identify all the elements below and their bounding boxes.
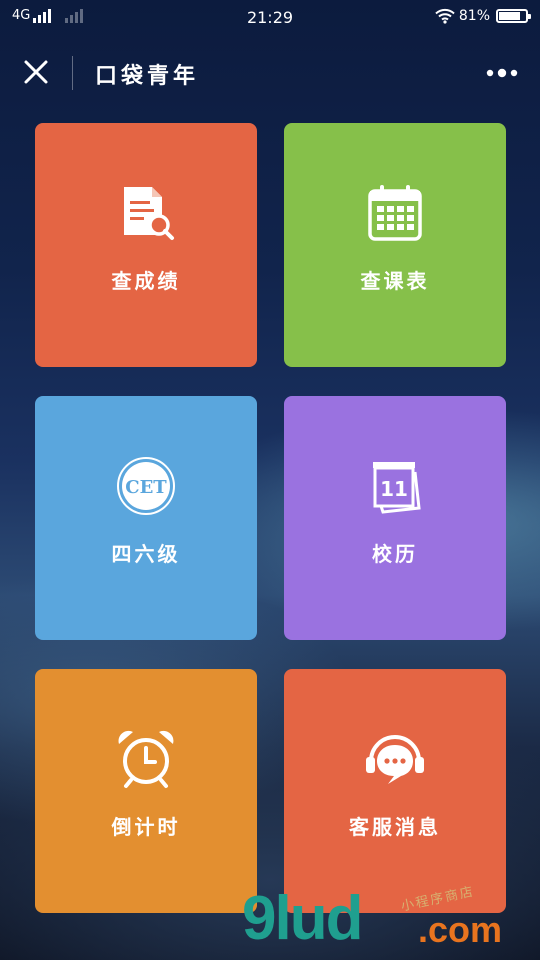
tile-label: 校历: [372, 542, 418, 566]
battery-fill: [499, 12, 520, 20]
grade-search-icon: [124, 187, 174, 240]
close-button[interactable]: [18, 54, 56, 92]
site-watermark: 9lud .com 小程序商店: [240, 880, 540, 960]
tile-label: 查课表: [360, 269, 430, 293]
app-screen: 4G 21:29 81% 口袋青年 查成绩 查课表 CET 四六级 11 校历 …: [0, 0, 540, 960]
nav-divider: [72, 56, 73, 90]
cet-icon: CET: [117, 457, 175, 515]
nav-bar: 口袋青年: [0, 44, 540, 102]
tile-cet[interactable]: CET 四六级: [35, 396, 257, 640]
headset-chat-icon: [366, 735, 424, 784]
battery-percent: 81%: [458, 8, 490, 24]
more-button[interactable]: [482, 58, 522, 88]
tile-countdown[interactable]: 倒计时: [35, 669, 257, 913]
status-right: 81%: [435, 8, 531, 24]
cet-icon-text: CET: [125, 477, 167, 498]
watermark-suffix: .com: [418, 909, 503, 950]
more-icon: [486, 68, 518, 78]
tile-label: 倒计时: [111, 815, 181, 839]
tile-customer-service[interactable]: 客服消息: [284, 669, 506, 913]
watermark-brand: 9lud: [242, 884, 363, 953]
tile-class-schedule[interactable]: 查课表: [284, 123, 506, 367]
page-title: 口袋青年: [95, 63, 200, 89]
close-icon: [24, 60, 48, 84]
tear-calendar-icon: 11: [373, 462, 421, 514]
calendar-icon: [368, 185, 422, 241]
battery-icon: [496, 9, 531, 23]
tile-label: 客服消息: [349, 815, 441, 839]
wifi-icon: [435, 8, 455, 24]
tile-check-grades[interactable]: 查成绩: [35, 123, 257, 367]
tile-label: 四六级: [111, 542, 181, 566]
alarm-clock-icon: [118, 730, 174, 788]
status-bar: 4G 21:29 81%: [0, 0, 540, 36]
tile-school-calendar[interactable]: 11 校历: [284, 396, 506, 640]
tear-calendar-text: 11: [380, 477, 408, 501]
tile-label: 查成绩: [111, 269, 181, 293]
